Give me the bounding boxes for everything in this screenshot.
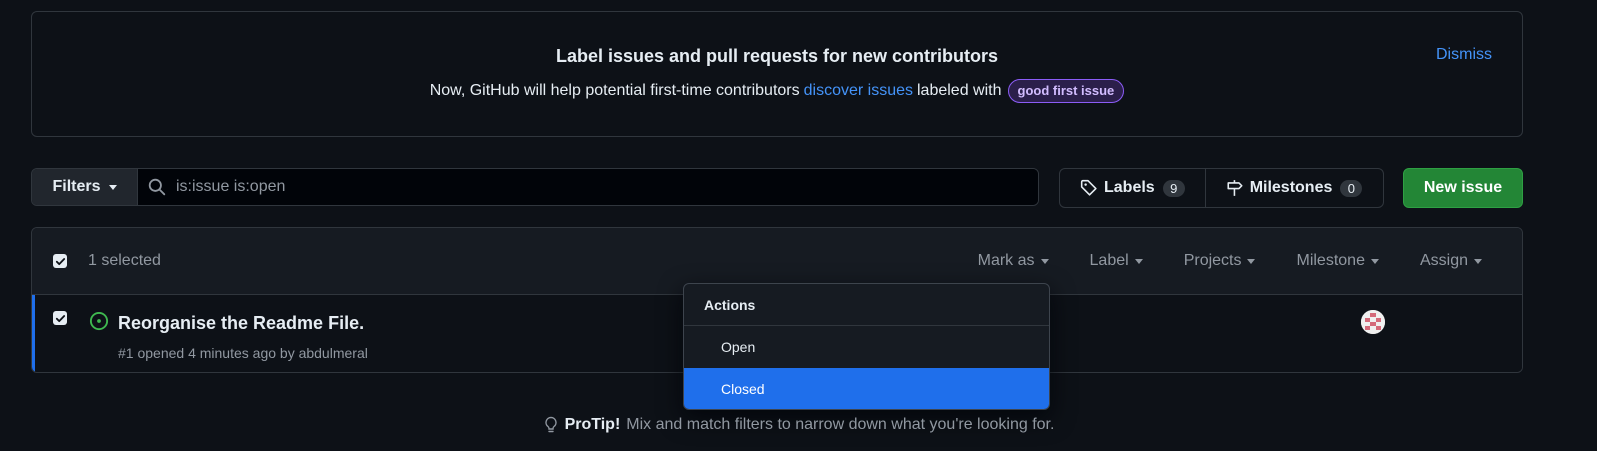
projects-menu[interactable]: Projects	[1184, 252, 1256, 270]
checkmark-icon	[55, 257, 65, 265]
banner-text-after: labeled with	[917, 82, 1002, 99]
chevron-down-icon	[1474, 258, 1482, 264]
milestone-menu[interactable]: Milestone	[1296, 252, 1379, 270]
issue-opened-icon	[89, 311, 109, 331]
assignee-avatar[interactable]	[1361, 310, 1385, 334]
labels-button[interactable]: Labels 9	[1060, 169, 1205, 207]
chevron-down-icon	[1040, 258, 1049, 264]
chevron-down-icon	[1247, 258, 1256, 264]
chevron-down-icon	[1134, 258, 1143, 264]
label-menu-label: Label	[1089, 252, 1129, 269]
search-input[interactable]	[176, 169, 1038, 205]
milestone-menu-label: Milestone	[1296, 252, 1365, 269]
selected-count: 1 selected	[88, 252, 161, 269]
discover-issues-link[interactable]: discover issues	[804, 82, 913, 100]
mark-as-dropdown: Actions Open Closed	[683, 283, 1050, 410]
identicon	[1361, 310, 1385, 334]
banner-text: Now, GitHub will help potential first-ti…	[32, 79, 1522, 103]
projects-menu-label: Projects	[1183, 252, 1242, 269]
assign-menu-label: Assign	[1419, 252, 1468, 269]
milestones-button[interactable]: Milestones 0	[1204, 169, 1383, 207]
tag-icon	[1080, 179, 1097, 196]
banner-title: Label issues and pull requests for new c…	[555, 46, 999, 66]
banner-text-before: Now, GitHub will help potential first-ti…	[429, 82, 800, 99]
mark-as-menu[interactable]: Mark as	[978, 252, 1049, 270]
checkmark-icon	[55, 314, 65, 322]
good-first-issue-label: good first issue	[1007, 79, 1125, 103]
light-bulb-icon	[544, 416, 557, 433]
labels-milestones-group: Labels 9 Milestones 0	[1059, 168, 1384, 208]
assign-menu[interactable]: Assign	[1420, 252, 1482, 270]
issue-meta: #1 opened 4 minutes ago by abdulmeral	[118, 345, 368, 361]
label-menu[interactable]: Label	[1090, 252, 1143, 270]
labels-label: Labels	[1104, 179, 1155, 196]
dropdown-header: Actions	[684, 284, 1049, 326]
mark-as-label: Mark as	[977, 252, 1035, 269]
dropdown-item-closed[interactable]: Closed	[684, 368, 1049, 409]
protip-label: ProTip!	[564, 416, 621, 433]
new-contributors-banner: Label issues and pull requests for new c…	[31, 11, 1523, 137]
milestone-icon	[1227, 180, 1243, 196]
chevron-down-icon	[108, 184, 117, 190]
issue-checkbox[interactable]	[53, 311, 67, 325]
search-icon	[148, 178, 166, 196]
dropdown-item-open[interactable]: Open	[684, 326, 1049, 368]
dismiss-button[interactable]: Dismiss	[1436, 46, 1492, 64]
chevron-down-icon	[1370, 258, 1379, 264]
filter-bar: Filters	[31, 168, 1039, 206]
filters-label: Filters	[52, 178, 101, 195]
protip: ProTip! Mix and match filters to narrow …	[0, 416, 1597, 434]
bulk-action-menus: Mark as Label Projects Milestone Assign	[978, 252, 1482, 270]
milestones-label: Milestones	[1249, 179, 1333, 196]
protip-text: Mix and match filters to narrow down wha…	[626, 416, 1055, 433]
filters-button[interactable]: Filters	[32, 169, 138, 205]
milestones-count: 0	[1340, 179, 1363, 197]
select-all-checkbox[interactable]	[53, 254, 67, 268]
labels-count: 9	[1162, 179, 1185, 197]
search-box	[138, 169, 1038, 205]
issue-title-link[interactable]: Reorganise the Readme File.	[118, 313, 364, 334]
new-issue-button[interactable]: New issue	[1403, 168, 1523, 208]
